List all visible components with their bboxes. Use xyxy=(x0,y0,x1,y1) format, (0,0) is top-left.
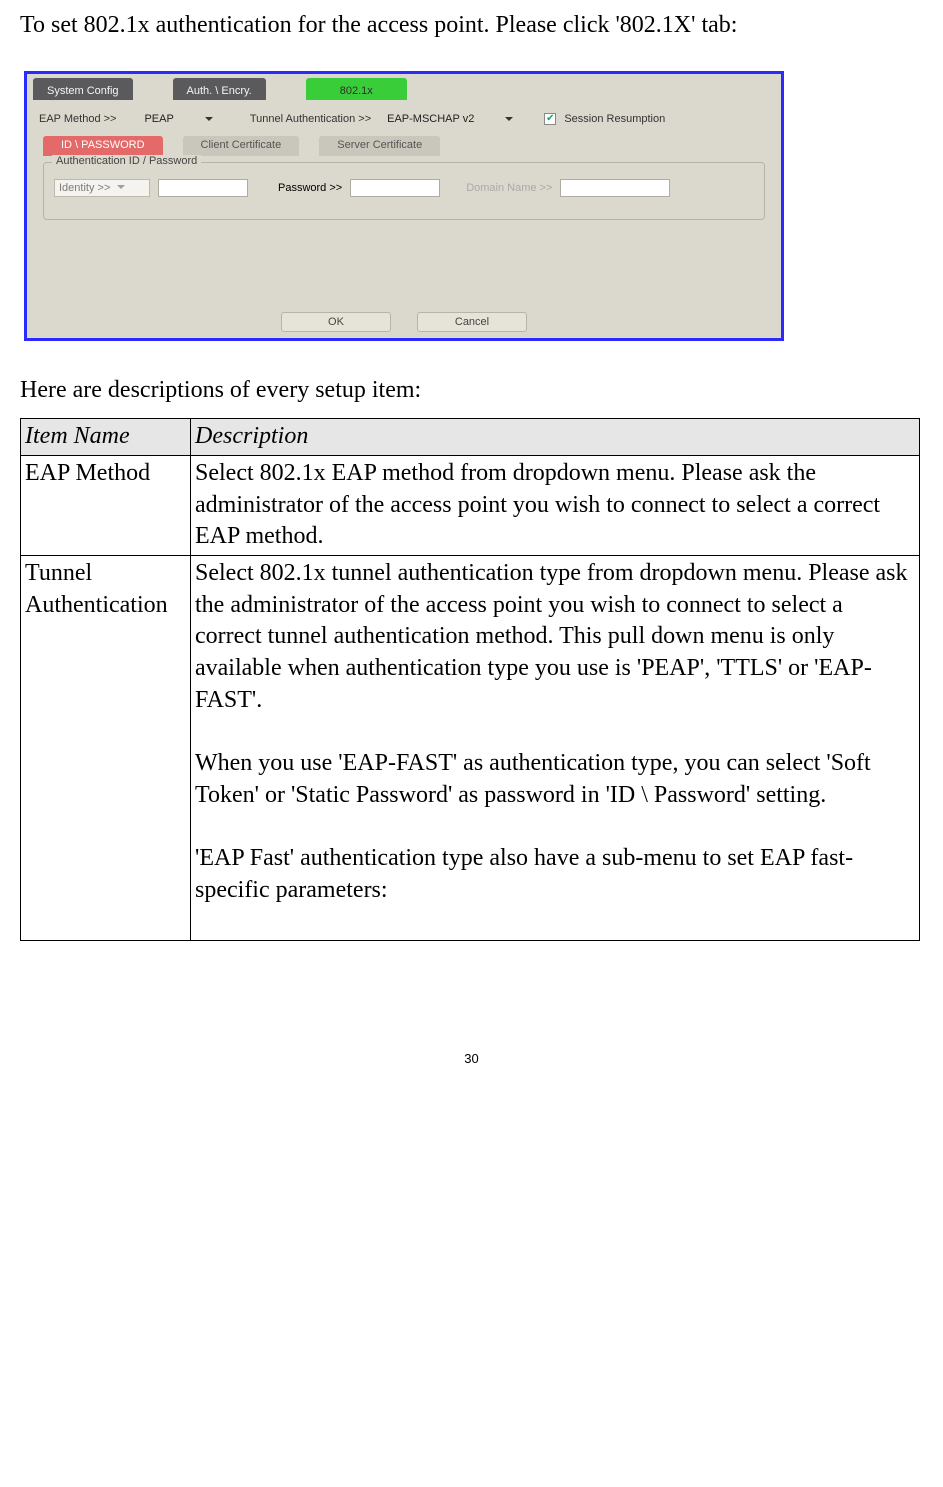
main-tabbar: System Config Auth. \ Encry. 802.1x xyxy=(33,78,775,102)
button-row: OK Cancel xyxy=(29,312,779,332)
caret-down-icon xyxy=(116,182,126,195)
caret-down-icon xyxy=(204,114,214,124)
tab-id-password[interactable]: ID \ PASSWORD xyxy=(43,136,163,156)
tunnel-p2: When you use 'EAP-FAST' as authenticatio… xyxy=(195,750,871,808)
td-tunnel-auth-desc: Select 802.1x tunnel authentication type… xyxy=(191,555,920,940)
panel-inner: System Config Auth. \ Encry. 802.1x EAP … xyxy=(29,76,779,336)
th-item-name: Item Name xyxy=(21,419,191,456)
identity-label: Identity >> xyxy=(59,182,110,194)
group-title: Authentication ID / Password xyxy=(52,155,201,167)
sub-tabbar: ID \ PASSWORD Client Certificate Server … xyxy=(43,136,460,156)
auth-id-group: Authentication ID / Password Identity >>… xyxy=(43,162,765,220)
td-tunnel-auth: Tunnel Authentication xyxy=(21,555,191,940)
descriptions-intro: Here are descriptions of every setup ite… xyxy=(20,377,923,404)
eap-row: EAP Method >> PEAP Tunnel Authentication… xyxy=(39,108,769,130)
tab-server-cert[interactable]: Server Certificate xyxy=(319,136,440,156)
description-table: Item Name Description EAP Method Select … xyxy=(20,418,920,941)
tunnel-p1: Select 802.1x tunnel authentication type… xyxy=(195,560,908,713)
tab-client-cert[interactable]: Client Certificate xyxy=(183,136,300,156)
session-resumption-label: Session Resumption xyxy=(564,113,665,125)
intro-text: To set 802.1x authentication for the acc… xyxy=(20,10,923,41)
eap-method-value: PEAP xyxy=(144,113,173,125)
domain-name-label: Domain Name >> xyxy=(466,182,552,194)
td-eap-method: EAP Method xyxy=(21,455,191,555)
tunnel-auth-dropdown[interactable]: EAP-MSCHAP v2 xyxy=(387,113,514,125)
identity-dropdown[interactable]: Identity >> xyxy=(54,179,150,197)
domain-name-input[interactable] xyxy=(560,179,670,197)
caret-down-icon xyxy=(504,114,514,124)
tunnel-p3: 'EAP Fast' authentication type also have… xyxy=(195,845,853,903)
page-number: 30 xyxy=(20,1051,923,1066)
eap-method-dropdown[interactable]: PEAP xyxy=(144,113,213,125)
eap-method-label: EAP Method >> xyxy=(39,113,116,125)
th-description: Description xyxy=(191,419,920,456)
identity-input[interactable] xyxy=(158,179,248,197)
password-input[interactable] xyxy=(350,179,440,197)
tunnel-auth-value: EAP-MSCHAP v2 xyxy=(387,113,474,125)
td-eap-method-desc: Select 802.1x EAP method from dropdown m… xyxy=(191,455,920,555)
tab-system-config[interactable]: System Config xyxy=(33,78,133,100)
session-resumption-checkbox[interactable]: ✔ xyxy=(544,113,556,125)
tunnel-auth-label: Tunnel Authentication >> xyxy=(250,113,371,125)
cancel-button[interactable]: Cancel xyxy=(417,312,527,332)
tab-8021x[interactable]: 802.1x xyxy=(306,78,407,100)
ok-button[interactable]: OK xyxy=(281,312,391,332)
tab-auth-encry[interactable]: Auth. \ Encry. xyxy=(173,78,266,100)
password-label: Password >> xyxy=(278,182,342,194)
settings-panel: System Config Auth. \ Encry. 802.1x EAP … xyxy=(24,71,784,341)
